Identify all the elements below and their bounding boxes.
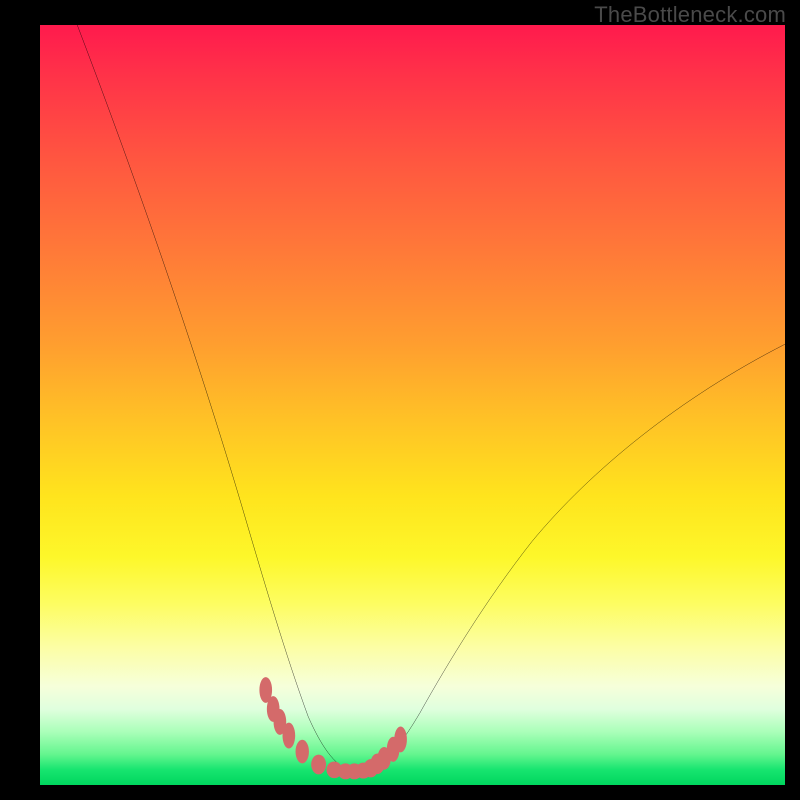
- highlight-dots: [259, 677, 407, 779]
- watermark-text: TheBottleneck.com: [594, 2, 786, 28]
- chart-frame: TheBottleneck.com: [0, 0, 800, 800]
- plot-area: [40, 25, 785, 785]
- bottleneck-curve: [40, 25, 785, 785]
- curve-path: [77, 25, 785, 772]
